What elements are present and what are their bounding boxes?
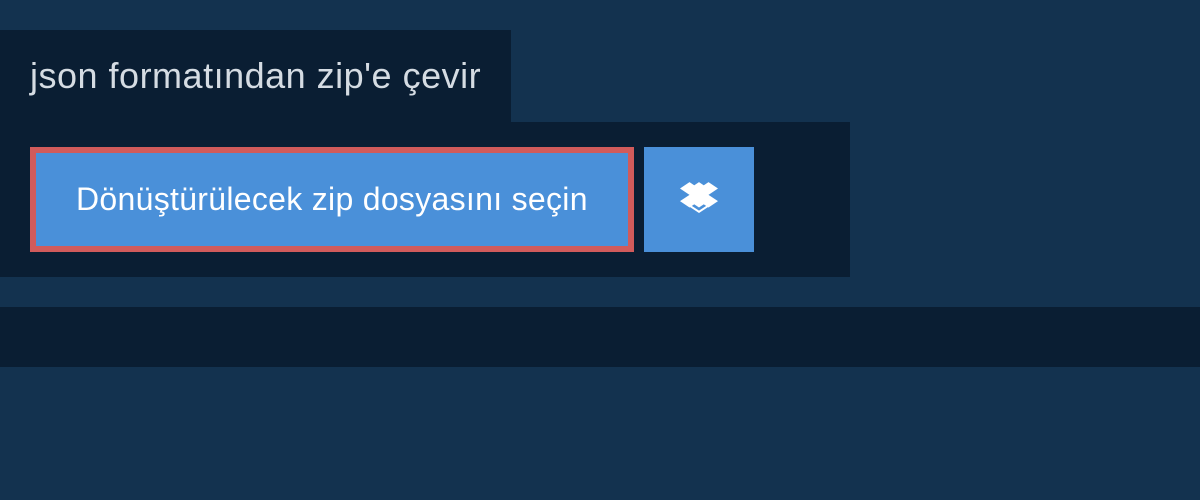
upload-panel: Dönüştürülecek zip dosyasını seçin	[0, 122, 850, 277]
select-file-button[interactable]: Dönüştürülecek zip dosyasını seçin	[30, 147, 634, 252]
dropbox-icon	[680, 179, 718, 220]
page-title: json formatından zip'e çevir	[30, 55, 481, 97]
select-file-label: Dönüştürülecek zip dosyasını seçin	[76, 181, 588, 218]
footer-bar	[0, 307, 1200, 367]
header-tab: json formatından zip'e çevir	[0, 30, 511, 122]
dropbox-button[interactable]	[644, 147, 754, 252]
button-row: Dönüştürülecek zip dosyasını seçin	[30, 147, 820, 252]
